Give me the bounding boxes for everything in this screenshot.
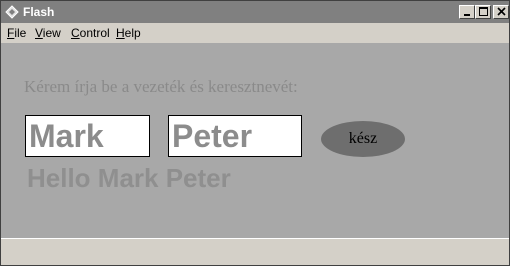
window-title: Flash <box>23 5 55 19</box>
done-button[interactable]: kész <box>321 121 405 157</box>
greeting-text: Hello Mark Peter <box>27 163 231 193</box>
flash-diamond-icon <box>5 5 19 19</box>
maximize-icon <box>479 7 488 16</box>
menu-control[interactable]: Control <box>71 26 110 40</box>
title-bar[interactable]: Flash <box>1 1 509 23</box>
close-icon <box>497 7 506 16</box>
menu-view[interactable]: View <box>35 26 61 40</box>
menu-help[interactable]: Help <box>116 26 141 40</box>
flash-window: Flash File View Control Help Kérem írja … <box>0 0 510 266</box>
name-prompt-label: Kérem írja be a vezeték és keresztnevét: <box>24 77 298 96</box>
last-name-input[interactable]: Peter <box>168 115 302 157</box>
window-bottom-frame <box>1 238 509 265</box>
close-button[interactable] <box>493 5 509 19</box>
first-name-input[interactable]: Mark <box>25 115 150 157</box>
maximize-button[interactable] <box>475 5 491 19</box>
menu-file[interactable]: File <box>7 26 26 40</box>
menu-bar: File View Control Help <box>1 23 509 43</box>
minimize-button[interactable] <box>459 5 475 19</box>
minimize-icon <box>464 14 470 16</box>
flash-stage: Kérem írja be a vezeték és keresztnevét:… <box>1 43 509 238</box>
